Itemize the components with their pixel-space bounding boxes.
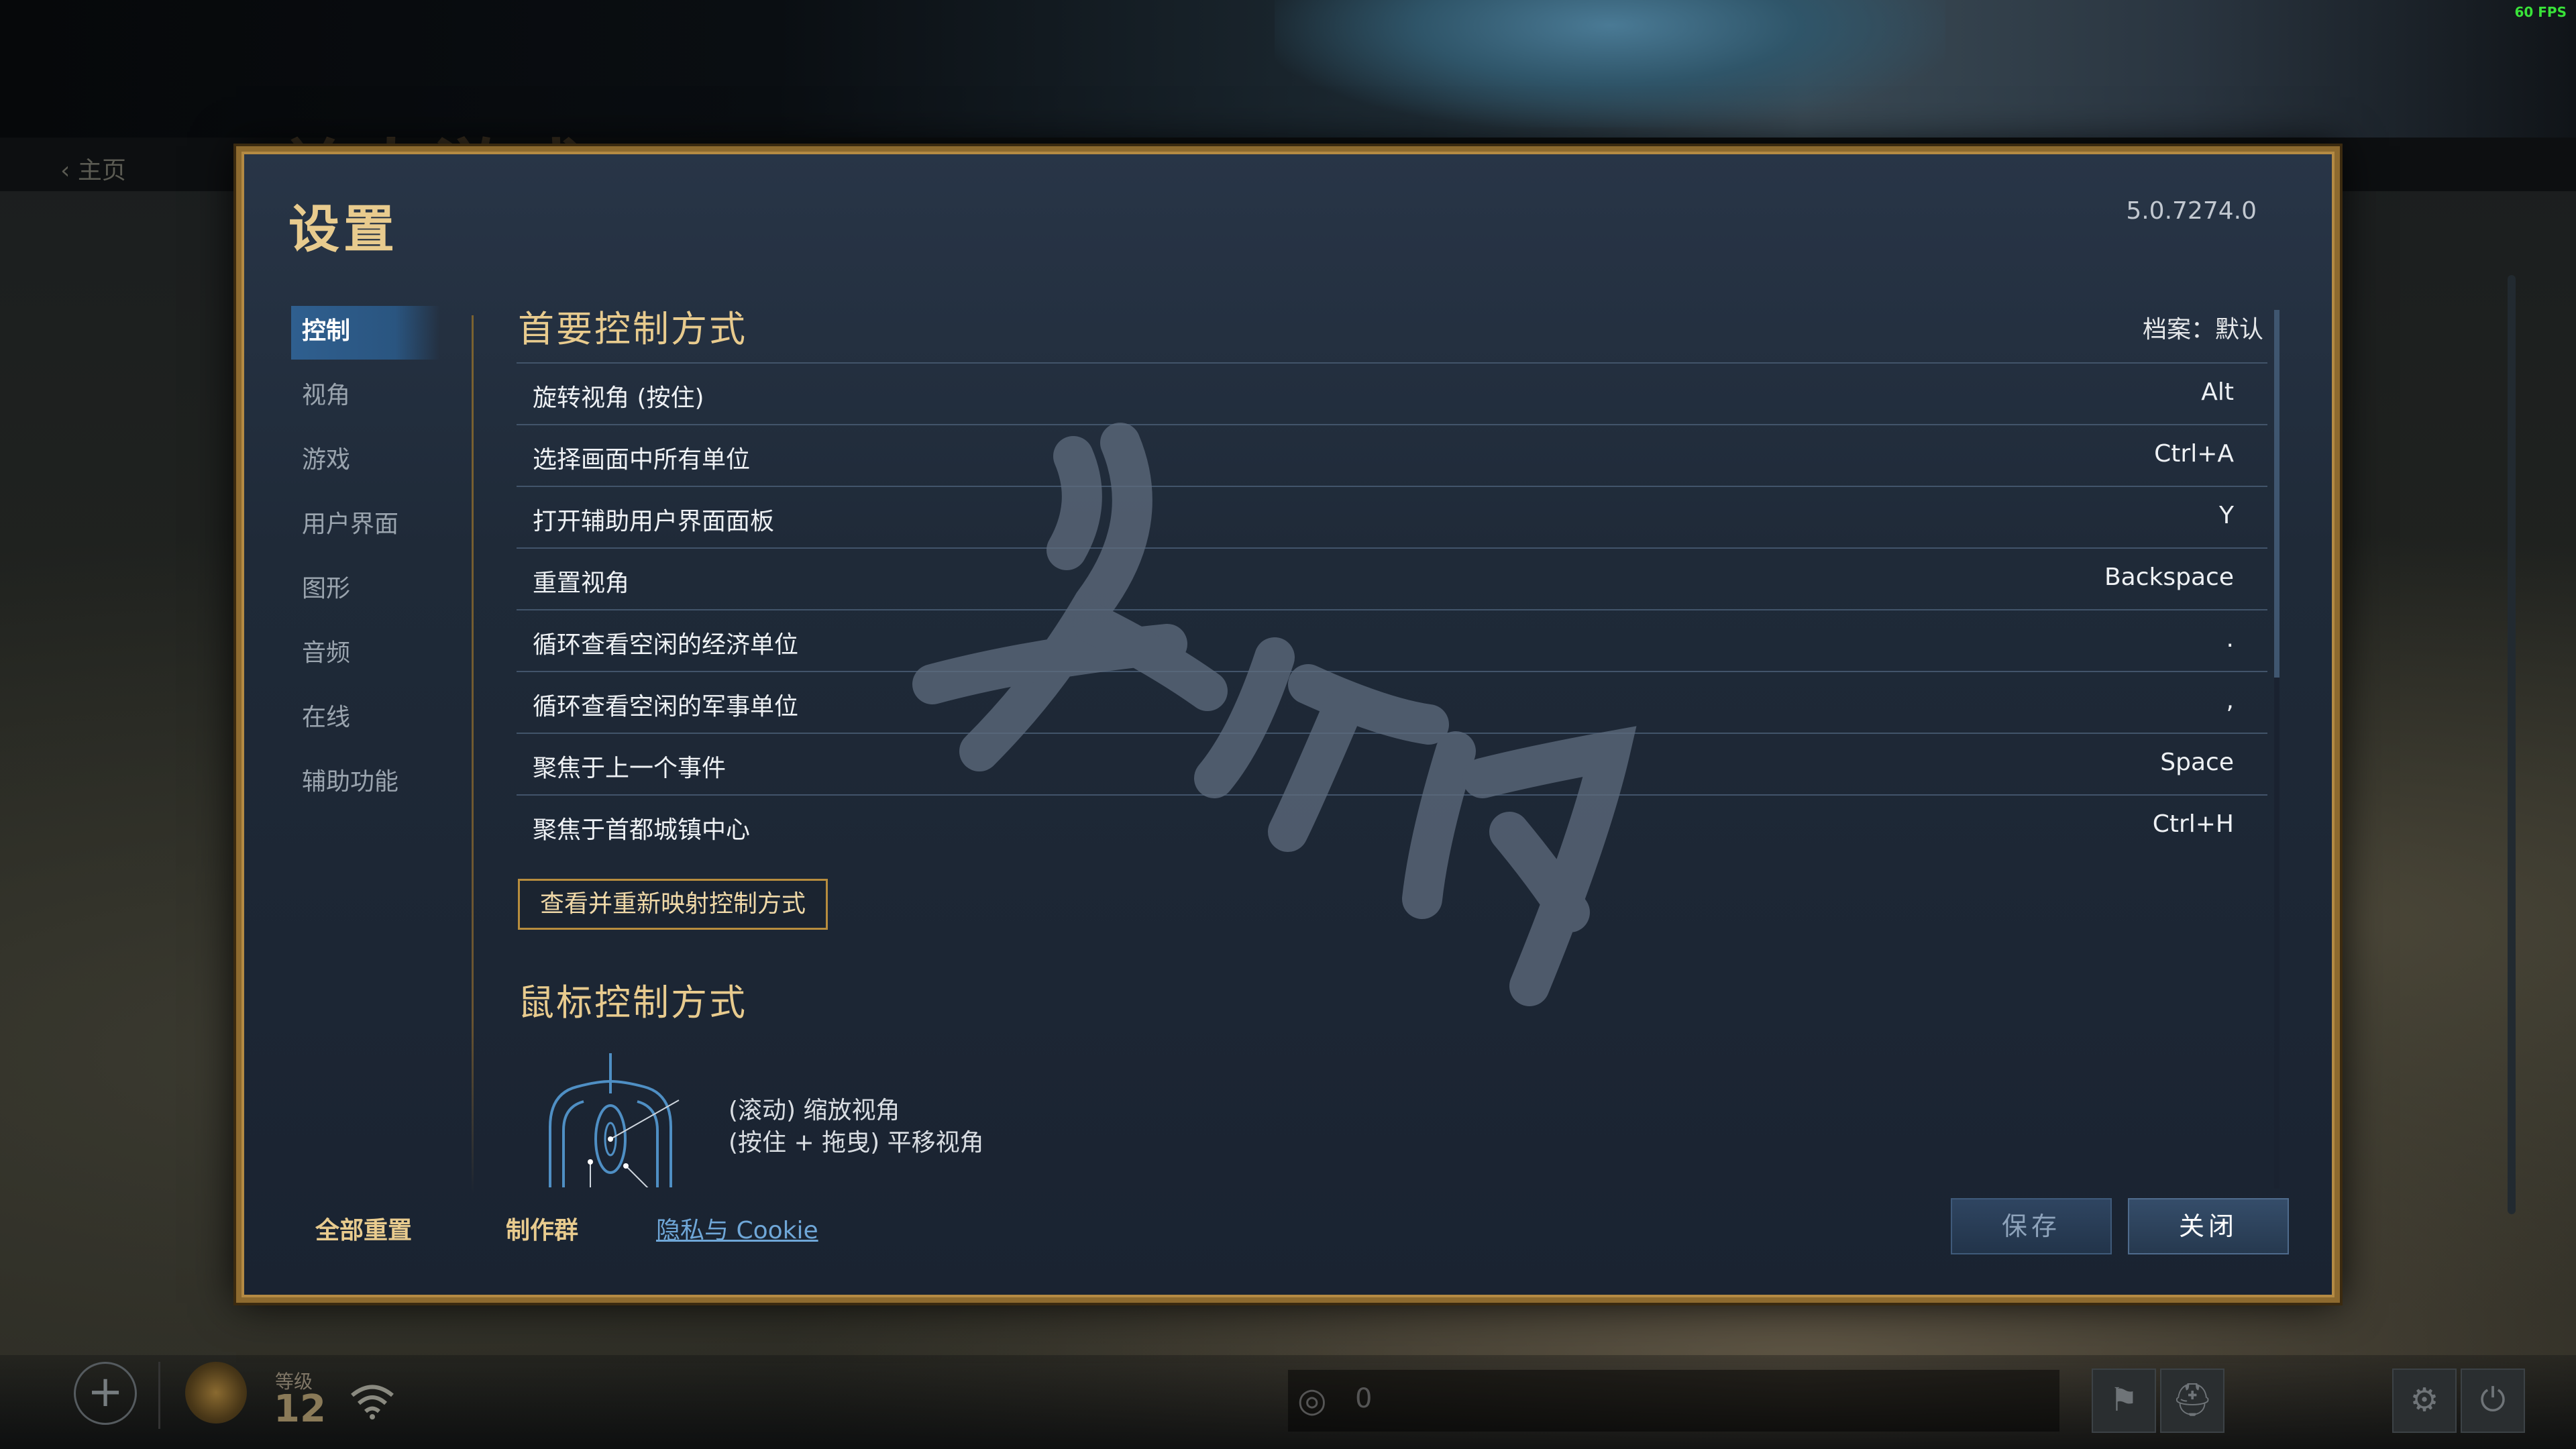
keybind-key: Alt bbox=[2201, 378, 2234, 406]
wifi-icon bbox=[349, 1382, 396, 1429]
keybind-key: Space bbox=[2160, 749, 2234, 776]
power-icon: ⏻ bbox=[2461, 1368, 2525, 1433]
mouse-controls-title: 鼠标控制方式 bbox=[518, 981, 747, 1024]
keybind-row[interactable]: 循环查看空闲的经济单位 . bbox=[517, 609, 2267, 671]
map-sea-area bbox=[1275, 0, 1945, 127]
keybind-label: 打开辅助用户界面面板 bbox=[533, 508, 775, 535]
level-value: 12 bbox=[274, 1387, 326, 1431]
home-link-label: 主页 bbox=[77, 157, 126, 184]
fps-counter: 60 FPS bbox=[2514, 4, 2567, 20]
reset-all-link[interactable]: 全部重置 bbox=[315, 1211, 412, 1246]
nav-divider bbox=[472, 315, 474, 1194]
keybind-row[interactable]: 打开辅助用户界面面板 Y bbox=[517, 486, 2267, 547]
content-scrollbar-thumb[interactable] bbox=[2274, 310, 2279, 678]
keybind-label: 选择画面中所有单位 bbox=[533, 446, 751, 474]
keybind-key: , bbox=[2226, 687, 2234, 714]
keybind-key: Ctrl+A bbox=[2154, 440, 2234, 468]
add-icon: + bbox=[74, 1362, 137, 1425]
settings-content: 首要控制方式 档案：默认 旋转视角 (按住) Alt 选择画面中所有单位 Ctr… bbox=[517, 295, 2267, 1187]
background-scrollbar bbox=[2508, 275, 2516, 1214]
keybind-key: . bbox=[2226, 625, 2234, 653]
profile-selector[interactable]: 档案：默认 bbox=[2143, 310, 2263, 345]
keybind-label: 旋转视角 (按住) bbox=[533, 384, 704, 412]
nav-item-controls[interactable]: 控制 bbox=[291, 306, 440, 360]
user-icon: ◎ bbox=[1297, 1381, 1327, 1419]
gear-icon: ⚙ bbox=[2392, 1368, 2457, 1433]
keybind-label: 聚焦于首都城镇中心 bbox=[533, 816, 751, 844]
version-label: 5.0.7274.0 bbox=[2126, 197, 2257, 225]
background-home-link: ‹ 主页 bbox=[60, 151, 126, 186]
nav-item-accessibility[interactable]: 辅助功能 bbox=[291, 757, 440, 821]
helmet-icon: ⛑ bbox=[2160, 1368, 2224, 1433]
keybind-row[interactable]: 重置视角 Backspace bbox=[517, 547, 2267, 609]
player-emblem bbox=[185, 1362, 247, 1424]
keybind-row[interactable]: 旋转视角 (按住) Alt bbox=[517, 362, 2267, 424]
keybind-label: 重置视角 bbox=[533, 570, 630, 597]
bottom-center-panel: ◎ 0 bbox=[1288, 1370, 2059, 1432]
settings-title: 设置 bbox=[288, 199, 398, 259]
save-button[interactable]: 保存 bbox=[1951, 1198, 2112, 1254]
mouse-scroll-hint: (滚动) 缩放视角 bbox=[729, 1097, 900, 1124]
back-arrow-icon: ‹ bbox=[60, 157, 78, 184]
primary-controls-header: 首要控制方式 档案：默认 bbox=[517, 295, 2267, 362]
nav-item-game[interactable]: 游戏 bbox=[291, 435, 440, 499]
keybind-label: 聚焦于上一个事件 bbox=[533, 755, 727, 782]
keybind-key: Backspace bbox=[2104, 564, 2234, 591]
nav-item-online[interactable]: 在线 bbox=[291, 692, 440, 757]
keybind-label: 循环查看空闲的军事单位 bbox=[533, 693, 799, 720]
close-button[interactable]: 关闭 bbox=[2128, 1198, 2289, 1254]
nav-item-graphics[interactable]: 图形 bbox=[291, 564, 440, 628]
privacy-cookie-link[interactable]: 隐私与 Cookie bbox=[656, 1211, 818, 1246]
keybind-key: Y bbox=[2219, 502, 2234, 529]
primary-controls-title: 首要控制方式 bbox=[518, 308, 747, 350]
keybind-row[interactable]: 聚焦于上一个事件 Space bbox=[517, 733, 2267, 794]
nav-item-ui[interactable]: 用户界面 bbox=[291, 499, 440, 564]
mouse-drag-hint: (按住 + 拖曳) 平移视角 bbox=[729, 1129, 984, 1157]
keybind-key: Ctrl+H bbox=[2152, 810, 2234, 838]
bottom-bar-divider bbox=[158, 1362, 160, 1429]
credits-link[interactable]: 制作群 bbox=[506, 1211, 578, 1246]
keybind-row[interactable]: 选择画面中所有单位 Ctrl+A bbox=[517, 424, 2267, 486]
keybind-label: 循环查看空闲的经济单位 bbox=[533, 631, 799, 659]
nav-item-camera[interactable]: 视角 bbox=[291, 370, 440, 435]
settings-nav: 控制 视角 游戏 用户界面 图形 音频 在线 辅助功能 bbox=[291, 306, 440, 821]
nav-item-audio[interactable]: 音频 bbox=[291, 628, 440, 692]
player-count: 0 bbox=[1355, 1383, 1373, 1414]
keybind-row[interactable]: 循环查看空闲的军事单位 , bbox=[517, 671, 2267, 733]
mouse-diagram-icon bbox=[549, 1053, 680, 1187]
remap-controls-button[interactable]: 查看并重新映射控制方式 bbox=[518, 879, 828, 930]
keybind-row[interactable]: 聚焦于首都城镇中心 Ctrl+H bbox=[517, 794, 2267, 856]
flag-icon: ⚑ bbox=[2092, 1368, 2156, 1433]
